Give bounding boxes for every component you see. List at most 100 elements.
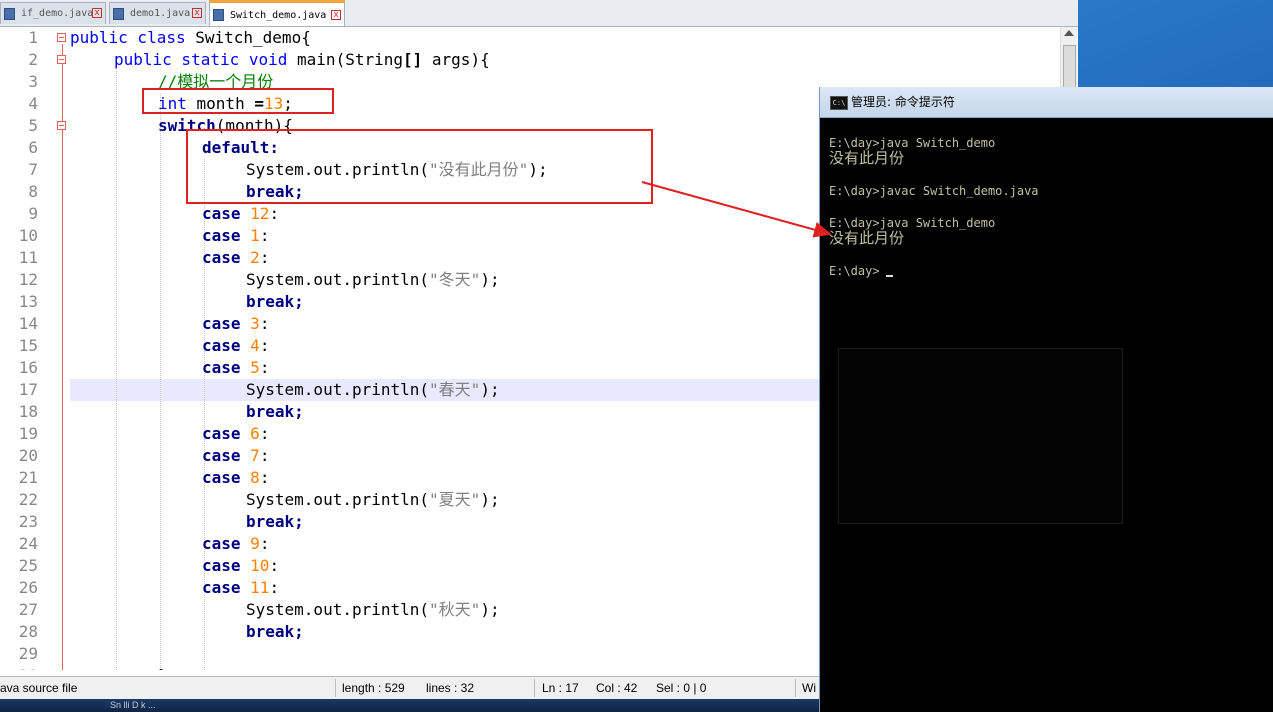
code-token: :: [269, 556, 280, 575]
status-ln: Ln : 17: [542, 681, 579, 695]
code-token: System.out.println(: [246, 270, 430, 289]
code-line: case 1:: [202, 225, 269, 247]
close-icon[interactable]: x: [331, 10, 341, 20]
line-number: 24: [18, 534, 38, 553]
code-number: 9: [250, 534, 260, 553]
code-keyword: case: [202, 204, 241, 223]
line-number: 17: [18, 380, 38, 399]
status-col: Col : 42: [596, 681, 638, 695]
line-number: 8: [28, 182, 38, 201]
code-line: case 4:: [202, 335, 269, 357]
tab-bar: if_demo.java x demo1.java x Switch_demo.…: [0, 0, 1078, 27]
code-token: main(String: [297, 50, 403, 69]
code-line: break;: [246, 291, 304, 313]
text-cursor: [886, 275, 893, 277]
code-token: );: [480, 270, 500, 289]
code-line: case 5:: [202, 357, 269, 379]
code-line: case 9:: [202, 533, 269, 555]
fold-toggle-icon[interactable]: [57, 121, 66, 130]
tab-if-demo[interactable]: if_demo.java x: [0, 2, 106, 24]
status-sel: Sel : 0 | 0: [656, 681, 707, 695]
code-token: :: [259, 226, 270, 245]
command-prompt-window[interactable]: C:\ 管理员: 命令提示符 E:\day>java Switch_demo 没…: [819, 87, 1273, 712]
code-line: System.out.println("冬天");: [246, 269, 500, 291]
fold-toggle-icon[interactable]: [57, 33, 66, 42]
tab-label: if_demo.java: [21, 8, 94, 19]
indent-guide: [160, 93, 161, 670]
code-line: System.out.println("春天");: [246, 379, 500, 401]
line-number: 15: [18, 336, 38, 355]
tab-label: Switch_demo.java: [230, 10, 327, 21]
fold-toggle-icon[interactable]: [57, 55, 66, 64]
code-line: public class Switch_demo{: [70, 27, 311, 49]
cmd-icon: C:\: [830, 96, 848, 110]
code-number: 10: [250, 556, 270, 575]
annotation-box-default: [186, 129, 653, 204]
fold-margin-line: [62, 44, 63, 670]
console-line: E:\day>javac Switch_demo.java: [829, 184, 1039, 198]
close-icon[interactable]: x: [92, 8, 102, 18]
status-eol: Wi: [802, 681, 816, 695]
code-keyword: case: [202, 226, 241, 245]
code-token: :: [259, 468, 270, 487]
line-number: 29: [18, 644, 38, 663]
code-token: :: [259, 358, 270, 377]
code-token: System.out.println(: [246, 380, 430, 399]
java-file-icon: [4, 8, 15, 20]
code-number: 3: [250, 314, 260, 333]
code-token: args){: [431, 50, 490, 69]
console-title-bar[interactable]: C:\ 管理员: 命令提示符: [820, 87, 1273, 118]
code-token: :: [259, 248, 270, 267]
code-token: public static void: [114, 50, 298, 69]
code-token: );: [480, 490, 500, 509]
line-number: 1: [28, 28, 38, 47]
code-line: case 3:: [202, 313, 269, 335]
line-number: 3: [28, 72, 38, 91]
code-keyword: break;: [246, 512, 304, 531]
console-line: 没有此月份: [829, 149, 905, 167]
code-string: "冬天": [429, 270, 481, 289]
taskbar-text: Sn lli D k ...: [110, 700, 156, 710]
code-token: :: [259, 336, 270, 355]
code-line: case 10:: [202, 555, 279, 577]
code-keyword: case: [202, 446, 241, 465]
java-file-icon: [113, 8, 124, 20]
line-number: 16: [18, 358, 38, 377]
line-number: 27: [18, 600, 38, 619]
line-number: 28: [18, 622, 38, 641]
code-number: 11: [250, 578, 270, 597]
code-line: }: [158, 665, 168, 670]
status-separator: [795, 679, 796, 697]
scroll-up-icon[interactable]: [1064, 30, 1074, 36]
status-separator: [335, 679, 336, 697]
code-keyword: break;: [246, 292, 304, 311]
code-keyword: case: [202, 468, 241, 487]
close-icon[interactable]: x: [192, 8, 202, 18]
tab-switch-demo[interactable]: Switch_demo.java x: [209, 0, 345, 26]
status-length: length : 529: [342, 681, 405, 695]
code-keyword: case: [202, 358, 241, 377]
code-token: :: [269, 578, 280, 597]
code-token: );: [480, 380, 500, 399]
code-token: public class: [70, 28, 196, 47]
line-number: 19: [18, 424, 38, 443]
console-prompt: E:\day>: [829, 264, 880, 278]
code-token: :: [259, 534, 270, 553]
code-token: System.out.println(: [246, 490, 430, 509]
status-file-type: ava source file: [0, 681, 78, 695]
line-number: 26: [18, 578, 38, 597]
console-output[interactable]: E:\day>java Switch_demo 没有此月份 E:\day>jav…: [820, 118, 1273, 712]
code-line: case 12:: [202, 203, 279, 225]
line-number: 18: [18, 402, 38, 421]
line-number: 25: [18, 556, 38, 575]
line-number: 7: [28, 160, 38, 179]
code-token: []: [403, 50, 432, 69]
code-keyword: case: [202, 578, 241, 597]
code-token: :: [259, 424, 270, 443]
code-number: 1: [250, 226, 260, 245]
code-keyword: case: [202, 534, 241, 553]
line-number: 2: [28, 50, 38, 69]
code-line: break;: [246, 621, 304, 643]
tab-demo1[interactable]: demo1.java x: [109, 2, 206, 24]
line-number: 10: [18, 226, 38, 245]
